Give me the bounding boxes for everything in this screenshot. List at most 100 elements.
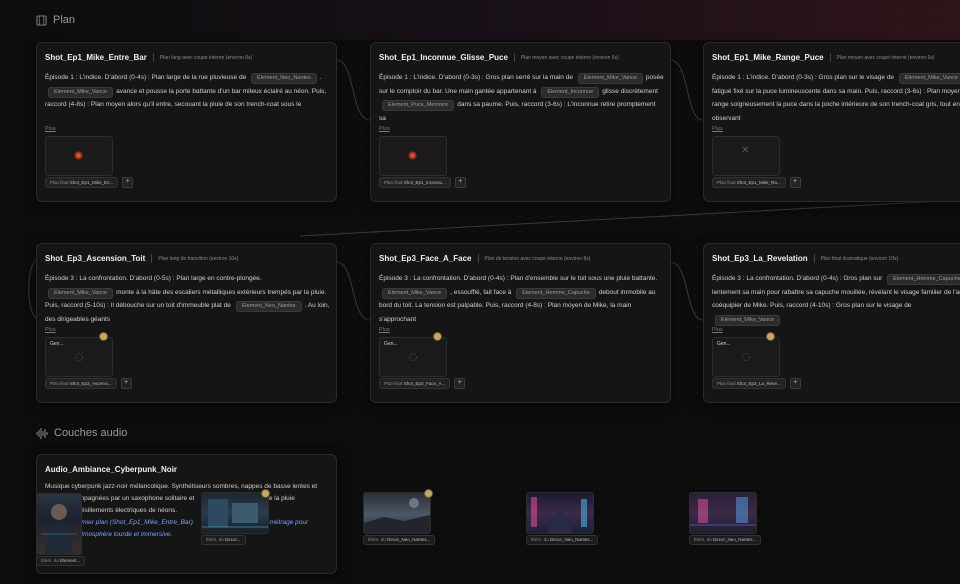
shot-text: Épisode 3 : La confrontation. D'abord (0… (379, 275, 658, 282)
add-button[interactable]: + (789, 378, 801, 389)
title-divider (151, 254, 153, 263)
shot-thumbnail[interactable]: Gen... (712, 337, 780, 377)
title-divider (477, 254, 479, 263)
top-glow (0, 0, 960, 40)
element-chip[interactable]: Element_Mike_Vance (48, 86, 114, 98)
final-shot-ref: Plan final Shot_Ep3_Face_A... + (379, 378, 466, 389)
status-badge (99, 332, 108, 341)
add-button[interactable]: + (789, 177, 801, 188)
loading-icon (742, 353, 750, 361)
shot-description: Épisode 3 : La confrontation. D'abord (0… (45, 272, 330, 326)
element-chip[interactable]: Element_Neo_Nantes (235, 301, 302, 312)
element-chip[interactable]: Element_Mike_Vance (898, 73, 960, 84)
add-button[interactable]: + (122, 177, 134, 188)
final-shot-chip[interactable]: Plan final Shot_Ep1_Mike_Ra... (712, 177, 786, 188)
shot-text: Épisode 3 : La confrontation. D'abord (0… (712, 275, 883, 282)
audio-line-5: une atmosphère lourde et immersive. (65, 531, 173, 538)
element-chip[interactable]: Element_Mike_Vance (577, 73, 643, 84)
audio-title: Audio_Ambiance_Cyberpunk_Noir (45, 465, 178, 474)
neon-street-icon (531, 497, 587, 533)
element-chip[interactable]: Element_Neo_Nantes (251, 73, 317, 84)
shot-node[interactable]: Shot_Ep3_Ascension_Toit Plan long de tra… (36, 243, 337, 403)
shot-thumbnail[interactable] (379, 136, 447, 176)
shot-thumbnail[interactable]: ✕ (712, 136, 780, 176)
add-button[interactable]: + (120, 378, 132, 389)
add-button[interactable]: + (454, 378, 466, 389)
more-link[interactable]: Plus (712, 327, 723, 333)
shot-subtitle: Plan long avec coupe interne (environ 8s… (159, 54, 253, 61)
element-chip[interactable]: Element_Homme_Capuche (516, 287, 596, 299)
image-node-decor-3[interactable] (526, 492, 594, 534)
element-chip[interactable]: Element_Inconnue (541, 86, 600, 98)
shot-title: Shot_Ep3_La_Revelation (712, 254, 808, 263)
title-divider (152, 53, 154, 62)
shot-title: Shot_Ep1_Inconnue_Glisse_Puce (379, 53, 508, 62)
shot-text: Épisode 1 : L'indice. D'abord (0-3s) : G… (712, 74, 895, 81)
loading-icon (409, 353, 417, 361)
image-node-decor-4[interactable] (689, 492, 757, 534)
final-shot-chip[interactable]: Plan final Shot_Ep3_La_Reve... (712, 378, 786, 389)
title-divider (513, 53, 515, 62)
final-shot-ref: Plan final Shot_Ep1_Inconnu... + (379, 177, 466, 188)
shot-subtitle: Plan moyen avec coupe interne (environ 6… (520, 54, 619, 61)
shot-description: Épisode 1 : L'indice. D'abord (0-4s) : P… (45, 71, 330, 125)
more-link[interactable]: Plus (45, 126, 56, 132)
more-link[interactable]: Plus (45, 327, 56, 333)
thumb-label: Gen... (717, 341, 731, 347)
shot-text: Épisode 3 : La confrontation. D'abord (0… (45, 275, 262, 282)
final-shot-chip[interactable]: Plan final Shot_Ep1_Mike_En... (45, 177, 119, 188)
shot-text: Épisode 1 : L'indice. D'abord (0-3s) : G… (379, 74, 573, 81)
title-divider (813, 254, 815, 263)
city-scene-icon (202, 499, 268, 528)
element-chip[interactable]: Element_Mike_Vance (715, 314, 781, 326)
shot-title: Shot_Ep3_Ascension_Toit (45, 254, 146, 263)
section-audio-label: Couches audio (54, 427, 128, 439)
shot-node[interactable]: Shot_Ep1_Mike_Range_Puce Plan moyen avec… (703, 42, 960, 202)
image-badge-2 (424, 489, 433, 498)
image-caption-4: Élém. du Decor_Neo_Nantes... (689, 535, 762, 545)
loading-icon (75, 353, 83, 361)
shot-description: Épisode 1 : L'indice. D'abord (0-3s) : G… (712, 71, 960, 125)
shot-node[interactable]: Shot_Ep3_Face_A_Face Plan de tension ave… (370, 243, 671, 403)
image-node-decor-1[interactable] (201, 492, 269, 534)
placeholder-icon: ✕ (741, 145, 750, 156)
image-node-decor-2[interactable] (363, 492, 431, 534)
image-node-mike[interactable] (36, 493, 82, 555)
image-badge-1 (261, 489, 270, 498)
element-chip[interactable]: Element_Mike_Vance (382, 287, 448, 299)
final-shot-chip[interactable]: Plan final Shot_Ep3_Ascensi... (45, 378, 117, 389)
shot-text: Épisode 1 : L'indice. D'abord (0-4s) : P… (45, 74, 247, 81)
section-plan-label: Plan (53, 14, 76, 26)
more-link[interactable]: Plus (379, 327, 390, 333)
audio-line-3: les grésillements électriques de néons. (65, 507, 178, 514)
neon-alley-icon (690, 497, 756, 526)
element-chip[interactable]: Element_Mike_Vance (48, 287, 114, 299)
shot-subtitle: Plan moyen avec coupe interne (environ 6… (836, 54, 935, 61)
title-divider (829, 53, 831, 62)
shot-node[interactable]: Shot_Ep1_Inconnue_Glisse_Puce Plan moyen… (370, 42, 671, 202)
waveform-icon (36, 427, 48, 439)
final-shot-chip[interactable]: Plan final Shot_Ep1_Inconnu... (379, 177, 451, 188)
image-caption-2: Élém. du Decor_Neo_Nantes... (363, 535, 436, 545)
shot-thumbnail[interactable]: Gen... (379, 337, 447, 377)
shot-node[interactable]: Shot_Ep3_La_Revelation Plan final dramat… (703, 243, 960, 403)
shot-text: lentement sa main pour rabattre sa capuc… (712, 288, 960, 310)
more-link[interactable]: Plus (712, 126, 723, 132)
add-button[interactable]: + (454, 177, 466, 188)
shot-thumbnail[interactable]: Gen... (45, 337, 113, 377)
status-badge (433, 332, 442, 341)
final-shot-ref: Plan final Shot_Ep3_La_Reve... + (712, 378, 801, 389)
shot-node[interactable]: Shot_Ep1_Mike_Entre_Bar Plan long avec c… (36, 42, 337, 202)
shot-subtitle: Plan de tension avec coupe interne (envi… (484, 255, 591, 262)
element-chip[interactable]: Element_Puce_Memoire (382, 100, 455, 111)
section-audio: Couches audio (36, 427, 127, 439)
rooftop-scene-icon (364, 498, 430, 533)
more-link[interactable]: Plus (379, 126, 390, 132)
audio-line-2: accompagnées par un saxophone solitaire … (65, 495, 195, 502)
shot-description: Épisode 1 : L'indice. D'abord (0-3s) : G… (379, 71, 664, 125)
final-shot-chip[interactable]: Plan final Shot_Ep3_Face_A... (379, 378, 451, 389)
shot-thumbnail[interactable] (45, 136, 113, 176)
element-chip[interactable]: Element_Homme_Capuche (887, 274, 960, 285)
film-icon (36, 14, 47, 26)
shot-title: Shot_Ep1_Mike_Entre_Bar (45, 53, 147, 62)
